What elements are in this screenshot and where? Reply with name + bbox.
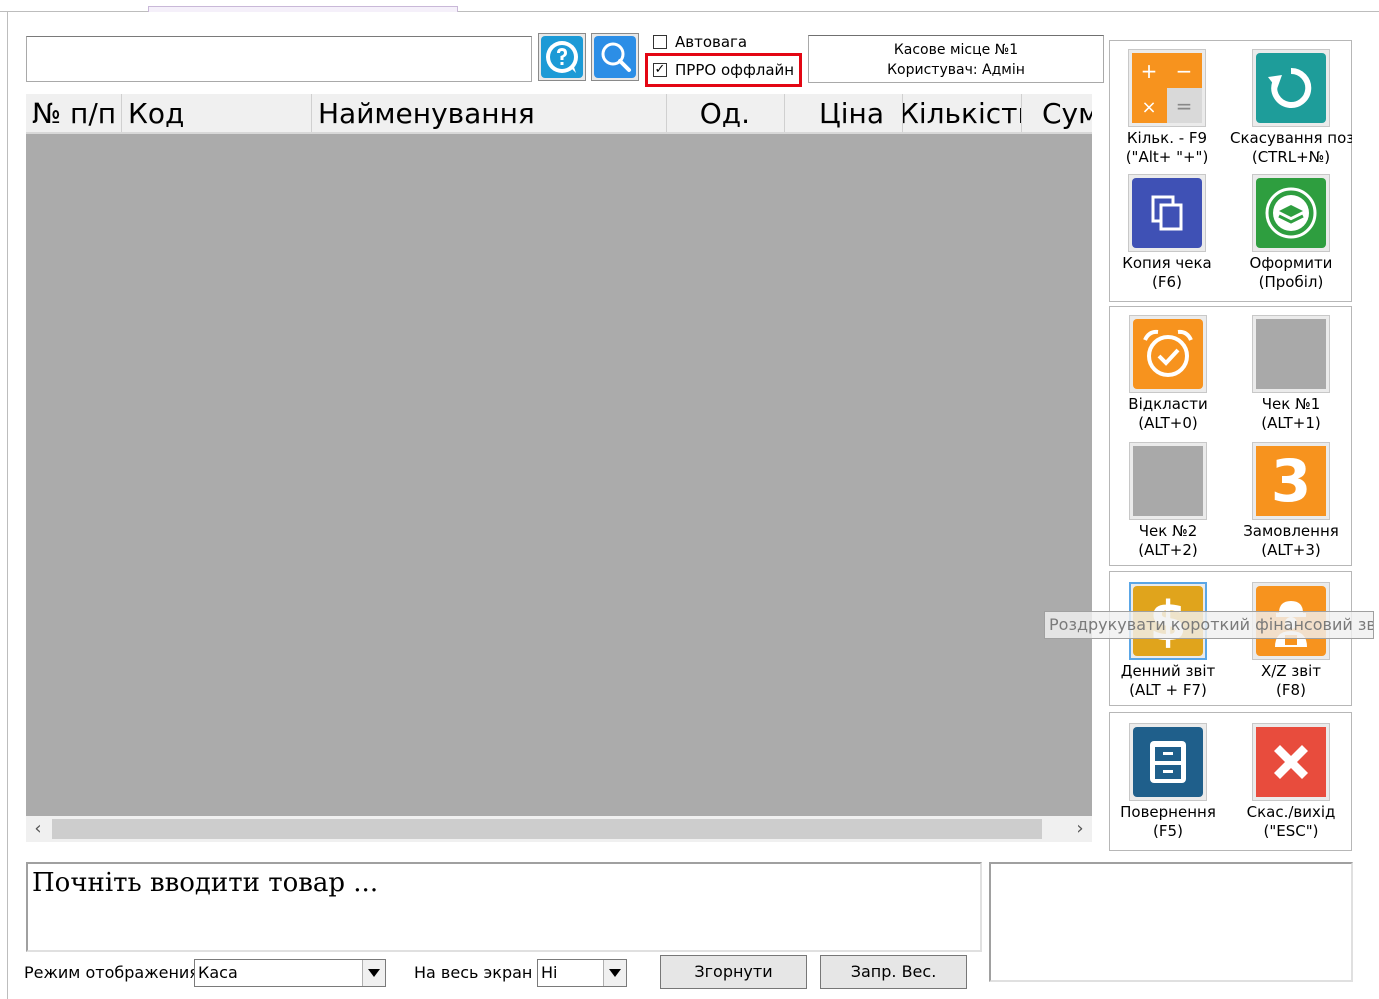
display-mode-label: Режим отображения (24, 963, 199, 982)
daily-report-shortcut: (ALT + F7) (1129, 681, 1207, 699)
register-info-panel: Касове місце №1 Користувач: Адмін (808, 35, 1104, 83)
product-search-input[interactable] (26, 36, 532, 82)
fullscreen-value: Hi (541, 963, 558, 982)
postpone-label: Відкласти (1128, 395, 1208, 413)
cancel-exit-label: Скас./вихід (1246, 803, 1336, 821)
message-area[interactable]: Почніть вводити товар ... (26, 862, 982, 952)
autoweight-option[interactable]: Автовага (653, 33, 747, 51)
order-label: Замовлення (1243, 522, 1339, 540)
autoweight-checkbox[interactable] (653, 35, 667, 49)
receipt-2-shortcut: (ALT+2) (1138, 541, 1198, 559)
column-header-sum[interactable]: Сума (1022, 94, 1092, 132)
register-name: Касове місце №1 (893, 42, 1019, 58)
undo-icon (1252, 49, 1330, 127)
return-shortcut: (F5) (1153, 822, 1183, 840)
column-header-price[interactable]: Ціна (785, 94, 903, 132)
checkout-shortcut: (Пробіл) (1258, 273, 1324, 291)
scrollbar-thumb[interactable] (52, 819, 1042, 839)
window-left-edge (7, 12, 8, 999)
scroll-right-icon[interactable]: › (1068, 816, 1092, 842)
function-panel-2: Відкласти (ALT+0) Чек №1 (ALT+1) Чек №2 … (1109, 306, 1352, 566)
request-weight-button[interactable]: Запр. Вес. (820, 955, 967, 989)
quantity-label: Кільк. - F9 (1126, 129, 1208, 147)
xz-report-button[interactable]: X/Z звіт (F8) (1230, 582, 1352, 700)
postpone-shortcut: (ALT+0) (1138, 414, 1198, 432)
svg-text:−: − (1176, 59, 1193, 83)
column-header-code[interactable]: Код (122, 94, 312, 132)
search-button[interactable] (591, 33, 639, 81)
items-grid-body[interactable] (26, 134, 1092, 816)
cancel-position-button[interactable]: Скасування поз. (CTRL+№) (1230, 49, 1352, 167)
order-3-icon: 3 (1252, 442, 1330, 520)
cancel-exit-shortcut: ("ESC") (1263, 822, 1319, 840)
order-shortcut: (ALT+3) (1261, 541, 1321, 559)
receipt-2-label: Чек №2 (1138, 522, 1198, 540)
close-icon (1252, 723, 1330, 801)
receipt-1-button[interactable]: Чек №1 (ALT+1) (1230, 315, 1352, 433)
copy-receipt-shortcut: (F6) (1152, 273, 1182, 291)
receipt-2-button[interactable]: Чек №2 (ALT+2) (1107, 442, 1229, 560)
svg-text:×: × (1141, 97, 1156, 118)
receipt-2-placeholder-icon (1129, 442, 1207, 520)
alarm-clock-icon (1129, 315, 1207, 393)
checkout-label: Оформити (1249, 254, 1333, 272)
quantity-button[interactable]: + − × = Кільк. - F9 ("Alt+ "+") (1106, 49, 1228, 167)
copy-icon (1128, 174, 1206, 252)
collapse-button[interactable]: Згорнути (660, 955, 807, 989)
xz-report-label: X/Z звіт (1260, 662, 1322, 680)
chevron-down-icon[interactable] (362, 960, 385, 986)
cabinet-icon (1129, 723, 1207, 801)
column-header-quantity[interactable]: Кількість (903, 94, 1022, 132)
fullscreen-select[interactable]: Hi (537, 959, 627, 987)
receipt-1-shortcut: (ALT+1) (1261, 414, 1321, 432)
daily-report-button[interactable]: $ Денний звіт (ALT + F7) (1107, 582, 1229, 700)
display-mode-value: Каса (198, 963, 238, 982)
prro-offline-checkbox[interactable]: ✓ (653, 63, 667, 77)
svg-text:+: + (1141, 59, 1158, 83)
column-header-number[interactable]: № п/п (26, 94, 122, 132)
postpone-button[interactable]: Відкласти (ALT+0) (1107, 315, 1229, 433)
column-header-unit[interactable]: Од. (667, 94, 785, 132)
cancel-position-shortcut: (CTRL+№) (1251, 148, 1331, 166)
help-button[interactable] (538, 33, 586, 81)
items-grid-header: № п/п Код Найменування Од. Ціна Кількіст… (26, 94, 1092, 134)
function-panel-1: + − × = Кільк. - F9 ("Alt+ "+") Скасуван… (1109, 40, 1352, 302)
cancel-position-label: Скасування поз. (1230, 129, 1352, 147)
current-user: Користувач: Адмін (887, 62, 1025, 78)
xz-report-shortcut: (F8) (1276, 681, 1306, 699)
horizontal-scrollbar[interactable]: ‹ › (26, 816, 1092, 842)
copy-receipt-button[interactable]: Копия чека (F6) (1106, 174, 1228, 292)
column-header-name[interactable]: Найменування (312, 94, 667, 132)
function-panel-4: Повернення (F5) Скас./вихід ("ESC") (1109, 712, 1352, 851)
calculator-icon: + − × = (1128, 49, 1206, 127)
prro-offline-label: ПРРО оффлайн (675, 61, 795, 79)
daily-report-label: Денний звіт (1120, 662, 1216, 680)
order-button[interactable]: 3 Замовлення (ALT+3) (1230, 442, 1352, 560)
autoweight-label: Автовага (675, 33, 748, 51)
svg-text:=: = (1176, 94, 1193, 118)
copy-receipt-label: Копия чека (1122, 254, 1212, 272)
magnifier-icon (594, 36, 636, 78)
prro-offline-option[interactable]: ✓ ПРРО оффлайн (653, 61, 794, 79)
return-label: Повернення (1120, 803, 1216, 821)
side-info-area (989, 862, 1353, 982)
daily-report-tooltip: Роздрукувати короткий фінансовий звіт (1044, 611, 1374, 639)
tab-strip (148, 6, 458, 12)
cash-icon (1252, 174, 1330, 252)
order-glyph: 3 (1270, 447, 1312, 515)
checkout-button[interactable]: Оформити (Пробіл) (1230, 174, 1352, 292)
receipt-1-placeholder-icon (1252, 315, 1330, 393)
receipt-1-label: Чек №1 (1261, 395, 1321, 413)
help-icon (541, 36, 583, 78)
chevron-down-icon[interactable] (603, 960, 626, 986)
display-mode-select[interactable]: Каса (194, 959, 386, 987)
return-button[interactable]: Повернення (F5) (1107, 723, 1229, 841)
fullscreen-label: На весь экран (414, 963, 533, 982)
scroll-left-icon[interactable]: ‹ (26, 816, 50, 842)
quantity-shortcut: ("Alt+ "+") (1125, 148, 1209, 166)
cancel-exit-button[interactable]: Скас./вихід ("ESC") (1230, 723, 1352, 841)
